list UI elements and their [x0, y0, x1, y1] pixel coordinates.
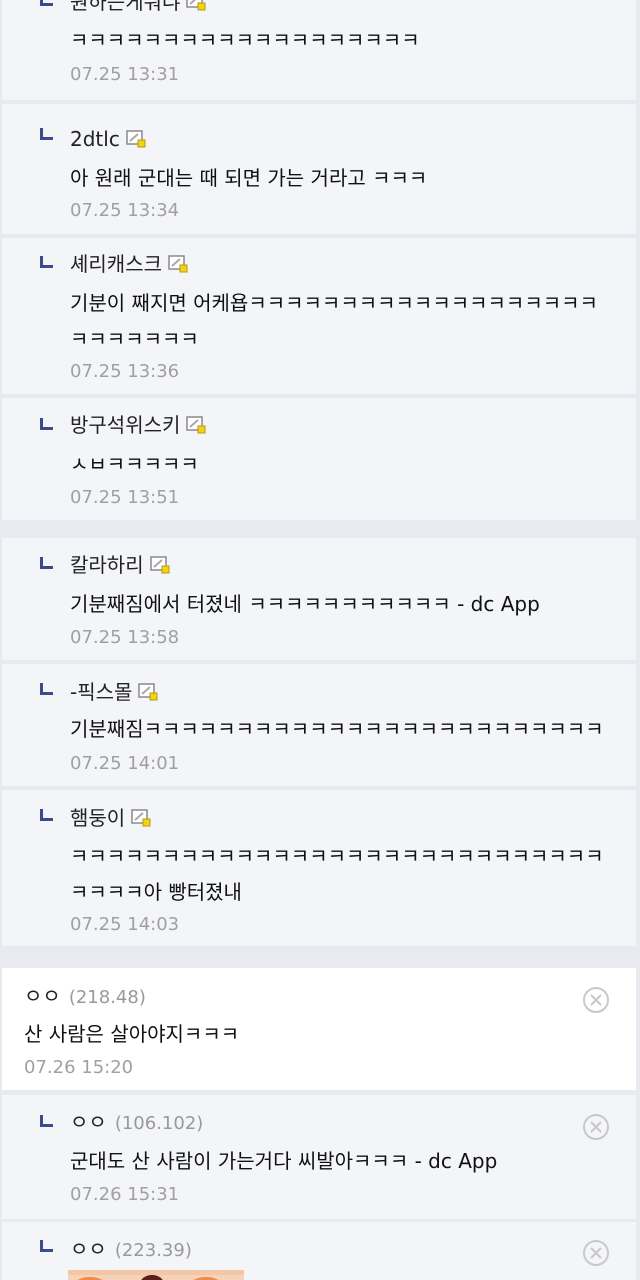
comment-date: 07.26 15:20 — [24, 1057, 134, 1078]
reply-arrow-icon — [38, 809, 54, 823]
delete-icon[interactable] — [582, 986, 610, 1014]
comment-text: 산 사람은 살아야지ㅋㅋㅋ — [24, 1022, 240, 1046]
reply-text: ㅋㅋㅋㅋㅋㅋㅋㅋㅋㅋㅋㅋㅋㅋㅋㅋㅋㅋㅋㅋㅋㅋㅋㅋㅋㅋㅋㅋㅋㅋㅋㅋㅋ아 빵터졌내 — [70, 844, 604, 904]
comment-ip: (218.48) — [68, 987, 146, 1008]
reply-text: 기분째짐ㅋㅋㅋㅋㅋㅋㅋㅋㅋㅋㅋㅋㅋㅋㅋㅋㅋㅋㅋㅋㅋㅋㅋㅋㅋ — [70, 717, 604, 741]
reply-arrow-icon — [38, 683, 54, 697]
reply-item: 2dtlc 아 원래 군대는 때 되면 가는 거라고 ㅋㅋㅋ 07.25 13:… — [2, 104, 636, 234]
reply-item: 방구석위스키 ㅅㅂㅋㅋㅋㅋㅋ 07.25 13:51 — [2, 398, 636, 520]
reply-item: ㅇㅇ (106.102) 군대도 산 사람이 가는거다 씨발아ㅋㅋㅋ - dc A… — [2, 1095, 636, 1219]
reply-nickname[interactable]: ㅇㅇ (223.39) — [70, 1237, 192, 1263]
reply-item: 셰리캐스크 기분이 째지면 어케욥ㅋㅋㅋㅋㅋㅋㅋㅋㅋㅋㅋㅋㅋㅋㅋㅋㅋㅋㅋㅋㅋㅋㅋ… — [2, 238, 636, 394]
reply-nickname[interactable]: 햄둥이 — [70, 806, 151, 830]
reply-text: ㅅㅂㅋㅋㅋㅋㅋ — [70, 452, 199, 476]
reply-arrow-icon — [38, 1240, 54, 1254]
reply-date: 07.25 13:51 — [70, 487, 180, 508]
reply-date: 07.25 14:03 — [70, 914, 180, 935]
reply-text: 기분째짐에서 터졌네 ㅋㅋㅋㅋㅋㅋㅋㅋㅋㅋㅋ - dc App — [70, 592, 540, 616]
gallog-icon[interactable] — [186, 416, 206, 434]
delete-icon[interactable] — [582, 1113, 610, 1141]
reply-arrow-icon — [38, 128, 54, 142]
gallog-icon[interactable] — [150, 556, 170, 574]
reply-item: 햄둥이 ㅋㅋㅋㅋㅋㅋㅋㅋㅋㅋㅋㅋㅋㅋㅋㅋㅋㅋㅋㅋㅋㅋㅋㅋㅋㅋㅋㅋㅋㅋㅋㅋㅋ아 빵… — [2, 790, 636, 946]
comment-image[interactable] — [68, 1270, 244, 1280]
comment-nickname[interactable]: ㅇㅇ (218.48) — [24, 984, 146, 1010]
reply-text: 아 원래 군대는 때 되면 가는 거라고 ㅋㅋㅋ — [70, 166, 428, 190]
reply-date: 07.26 15:31 — [70, 1184, 180, 1205]
reply-arrow-icon — [38, 0, 54, 8]
reply-item: -픽스몰 기분째짐ㅋㅋㅋㅋㅋㅋㅋㅋㅋㅋㅋㅋㅋㅋㅋㅋㅋㅋㅋㅋㅋㅋㅋㅋㅋ 07.25… — [2, 664, 636, 786]
gallog-icon[interactable] — [126, 130, 146, 148]
reply-text: ㅋㅋㅋㅋㅋㅋㅋㅋㅋㅋㅋㅋㅋㅋㅋㅋㅋㅋㅋ — [70, 28, 420, 52]
reply-nickname[interactable]: 칼라하리 — [70, 553, 170, 577]
gallog-icon[interactable] — [168, 255, 188, 273]
reply-ip: (106.102) — [114, 1113, 204, 1134]
reply-item: 칼라하리 기분째짐에서 터졌네 ㅋㅋㅋㅋㅋㅋㅋㅋㅋㅋㅋ - dc App 07.… — [2, 538, 636, 660]
reply-date: 07.25 13:34 — [70, 200, 180, 221]
reply-text: 군대도 산 사람이 가는거다 씨발아ㅋㅋㅋ - dc App — [70, 1149, 498, 1173]
reply-ip: (223.39) — [114, 1240, 192, 1261]
reply-item: 원하는게뭐냐 ㅋㅋㅋㅋㅋㅋㅋㅋㅋㅋㅋㅋㅋㅋㅋㅋㅋㅋㅋ 07.25 13:31 — [2, 0, 636, 100]
gallog-icon[interactable] — [186, 0, 206, 11]
reply-text: 기분이 째지면 어케욥ㅋㅋㅋㅋㅋㅋㅋㅋㅋㅋㅋㅋㅋㅋㅋㅋㅋㅋㅋㅋㅋㅋㅋㅋㅋㅋ — [70, 291, 598, 351]
reply-nickname[interactable]: ㅇㅇ (106.102) — [70, 1110, 203, 1136]
reply-date: 07.25 13:36 — [70, 361, 180, 382]
reply-date: 07.25 14:01 — [70, 753, 180, 774]
reply-date: 07.25 13:31 — [70, 64, 180, 85]
comment-list: 원하는게뭐냐 ㅋㅋㅋㅋㅋㅋㅋㅋㅋㅋㅋㅋㅋㅋㅋㅋㅋㅋㅋ 07.25 13:31 2… — [0, 0, 640, 1280]
reply-nickname[interactable]: -픽스몰 — [70, 680, 158, 704]
reply-arrow-icon — [38, 1115, 54, 1129]
reply-arrow-icon — [38, 557, 54, 571]
gallog-icon[interactable] — [131, 809, 151, 827]
reply-nickname[interactable]: 셰리캐스크 — [70, 252, 188, 276]
reply-nickname[interactable]: 원하는게뭐냐 — [70, 0, 206, 14]
delete-icon[interactable] — [582, 1239, 610, 1267]
comment-item: ㅇㅇ (218.48) 산 사람은 살아야지ㅋㅋㅋ 07.26 15:20 — [2, 968, 636, 1090]
reply-arrow-icon — [38, 256, 54, 270]
reply-nickname[interactable]: 방구석위스키 — [70, 413, 206, 437]
reply-nickname[interactable]: 2dtlc — [70, 127, 146, 151]
gallog-icon[interactable] — [138, 683, 158, 701]
reply-arrow-icon — [38, 418, 54, 432]
reply-date: 07.25 13:58 — [70, 627, 180, 648]
